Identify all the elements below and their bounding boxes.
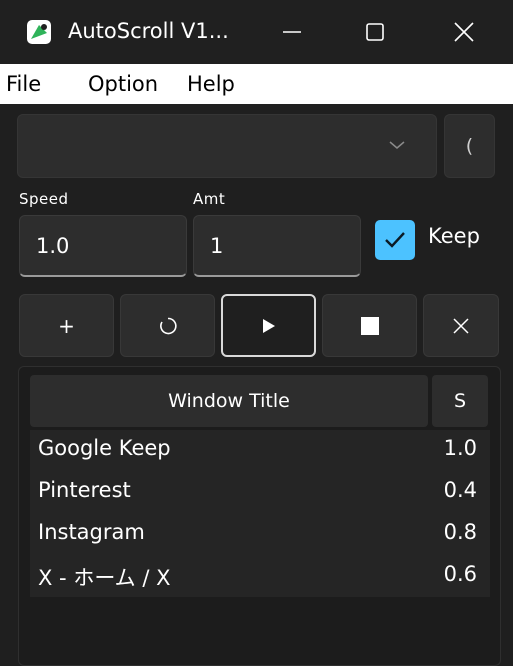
minimize-button[interactable] (252, 0, 332, 64)
title-bar: AutoScroll V1... (0, 0, 513, 64)
maximize-button[interactable] (335, 0, 415, 64)
table-row[interactable]: Instagram 0.8 (30, 514, 490, 556)
speed-input[interactable]: 1.0 (19, 215, 187, 277)
row-title: Instagram (38, 520, 145, 544)
maximize-icon (366, 23, 384, 41)
side-button-label: ( (465, 135, 474, 157)
close-window-button[interactable] (424, 0, 504, 64)
column-header-label: S (453, 390, 467, 412)
row-speed: 1.0 (443, 436, 477, 460)
window-list: Google Keep 1.0 Pinterest 0.4 Instagram … (30, 430, 490, 597)
window-select-dropdown[interactable] (17, 114, 437, 178)
keep-label: Keep (428, 224, 480, 248)
close-icon (453, 317, 469, 334)
refresh-icon (159, 317, 177, 334)
amt-value: 1 (210, 234, 224, 258)
column-header-window-title[interactable]: Window Title (30, 375, 428, 427)
keep-checkbox[interactable] (375, 220, 415, 260)
refresh-button[interactable] (120, 294, 215, 357)
side-button[interactable]: ( (444, 114, 495, 178)
table-row[interactable]: Google Keep 1.0 (30, 430, 490, 472)
speed-label: Speed (19, 190, 69, 208)
amt-label: Amt (193, 190, 226, 208)
row-title: X - ホーム / X (38, 566, 171, 590)
table-row[interactable]: Pinterest 0.4 (30, 472, 490, 514)
play-icon (262, 318, 275, 333)
table-row[interactable]: X - ホーム / X 0.6 (30, 556, 490, 598)
window-title: AutoScroll V1... (68, 19, 229, 43)
speed-value: 1.0 (36, 234, 70, 258)
minimize-icon (283, 31, 301, 33)
play-button[interactable] (221, 294, 316, 357)
menu-option[interactable]: Option (88, 64, 158, 104)
column-header-label: Window Title (168, 390, 290, 412)
stop-button[interactable] (322, 294, 417, 357)
menu-help[interactable]: Help (187, 64, 235, 104)
app-logo-icon (27, 20, 51, 44)
row-speed: 0.6 (443, 562, 477, 586)
menu-file[interactable]: File (6, 64, 41, 104)
chevron-down-icon (389, 141, 405, 149)
menu-bar: File Option Help (0, 64, 513, 104)
close-icon (454, 22, 474, 42)
add-button-label: + (58, 313, 75, 338)
row-speed: 0.8 (443, 520, 477, 544)
row-speed: 0.4 (443, 478, 477, 502)
column-header-speed[interactable]: S (432, 375, 488, 427)
add-button[interactable]: + (19, 294, 114, 357)
stop-icon (360, 316, 379, 335)
row-title: Pinterest (38, 478, 131, 502)
checkmark-icon (385, 232, 405, 248)
amt-input[interactable]: 1 (193, 215, 361, 277)
remove-button[interactable] (423, 294, 499, 357)
row-title: Google Keep (38, 436, 171, 460)
